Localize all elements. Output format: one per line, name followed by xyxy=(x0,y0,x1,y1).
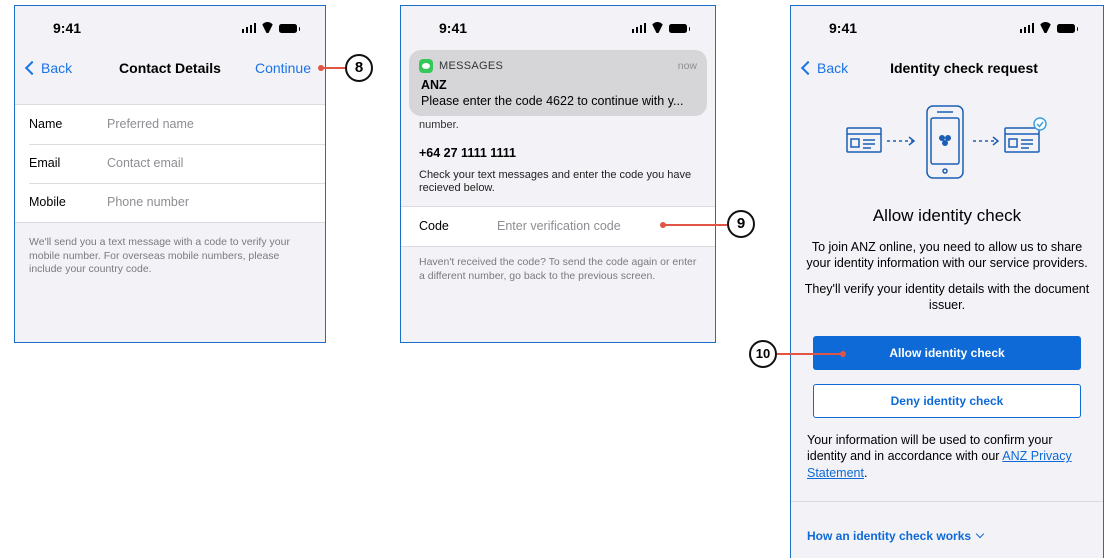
status-time: 9:41 xyxy=(829,20,858,36)
id-card-icon xyxy=(846,127,882,153)
verification-screen: 9:41 number. +64 27 1111 1111 Check your… xyxy=(400,5,716,343)
callout-8-line xyxy=(321,67,345,69)
resend-footnote: Haven't received the code? To send the c… xyxy=(419,256,697,282)
signal-icon xyxy=(1019,23,1034,33)
chevron-left-icon xyxy=(800,60,816,76)
name-input[interactable]: Preferred name xyxy=(107,117,194,131)
contact-details-screen: 9:41 Back Contact Details Continue Name … xyxy=(14,5,326,343)
signal-icon xyxy=(241,23,256,33)
contact-form: Name Preferred name Email Contact email … xyxy=(15,104,325,223)
section-heading: Allow identity check xyxy=(872,206,1022,225)
notification-sender: ANZ xyxy=(421,78,447,92)
mobile-input[interactable]: Phone number xyxy=(107,195,189,209)
continue-button[interactable]: Continue xyxy=(255,60,311,76)
deny-identity-check-button[interactable]: Deny identity check xyxy=(813,384,1081,418)
wifi-icon xyxy=(651,22,664,33)
battery-icon xyxy=(669,24,690,33)
notification-app-name: MESSAGES xyxy=(439,60,504,72)
code-form: Code Enter verification code xyxy=(401,206,715,247)
sms-notification[interactable]: MESSAGES now ANZ Please enter the code 4… xyxy=(409,50,707,116)
code-field[interactable]: Code Enter verification code xyxy=(401,207,715,246)
mobile-footnote: We'll send you a text message with a cod… xyxy=(29,236,290,276)
identity-share-illustration xyxy=(846,105,1047,179)
callout-8: 8 xyxy=(345,54,373,82)
wifi-icon xyxy=(261,22,274,33)
wifi-icon xyxy=(1039,22,1052,33)
verified-id-card-icon xyxy=(1004,127,1040,153)
anz-logo-icon xyxy=(939,135,951,146)
callout-10-dot xyxy=(840,351,846,357)
signal-icon xyxy=(631,23,646,33)
check-badge-icon xyxy=(1033,117,1047,131)
nav-bar: Back Identity check request xyxy=(791,52,1103,84)
partial-text: number. xyxy=(419,119,459,131)
email-field[interactable]: Email Contact email xyxy=(15,144,325,183)
status-bar: 9:41 xyxy=(15,6,325,48)
callout-9: 9 xyxy=(727,210,755,238)
callout-10: 10 xyxy=(749,340,777,368)
instructions: Check your text messages and enter the c… xyxy=(419,169,692,195)
status-time: 9:41 xyxy=(439,20,468,36)
divider xyxy=(791,501,1103,502)
share-explanation: To join ANZ online, you need to allow us… xyxy=(806,240,1088,271)
status-time: 9:41 xyxy=(53,20,82,36)
how-identity-check-works-link[interactable]: How an identity check works xyxy=(807,529,985,543)
email-input[interactable]: Contact email xyxy=(107,156,183,170)
status-bar: 9:41 xyxy=(401,6,715,48)
phone-number: +64 27 1111 1111 xyxy=(419,146,517,160)
battery-icon xyxy=(279,24,300,33)
name-field[interactable]: Name Preferred name xyxy=(15,105,325,144)
messages-app-icon xyxy=(419,59,433,73)
battery-icon xyxy=(1057,24,1078,33)
code-input[interactable]: Enter verification code xyxy=(497,219,621,233)
page-title: Identity check request xyxy=(890,60,1038,76)
verify-explanation: They'll verify your identity details wit… xyxy=(804,282,1090,313)
privacy-info: Your information will be used to confirm… xyxy=(807,433,1072,480)
identity-check-screen: 9:41 Back Identity check request Allow i… xyxy=(790,5,1104,558)
notification-time: now xyxy=(677,60,697,72)
status-bar: 9:41 xyxy=(791,6,1103,48)
mobile-field[interactable]: Mobile Phone number xyxy=(15,183,325,222)
notification-body: Please enter the code 4622 to continue w… xyxy=(421,94,684,108)
allow-identity-check-button[interactable]: Allow identity check xyxy=(813,336,1081,370)
nav-bar: Back Contact Details Continue xyxy=(15,52,325,84)
callout-9-line xyxy=(663,224,727,226)
callout-10-line xyxy=(777,353,843,355)
chevron-down-icon xyxy=(975,529,985,539)
